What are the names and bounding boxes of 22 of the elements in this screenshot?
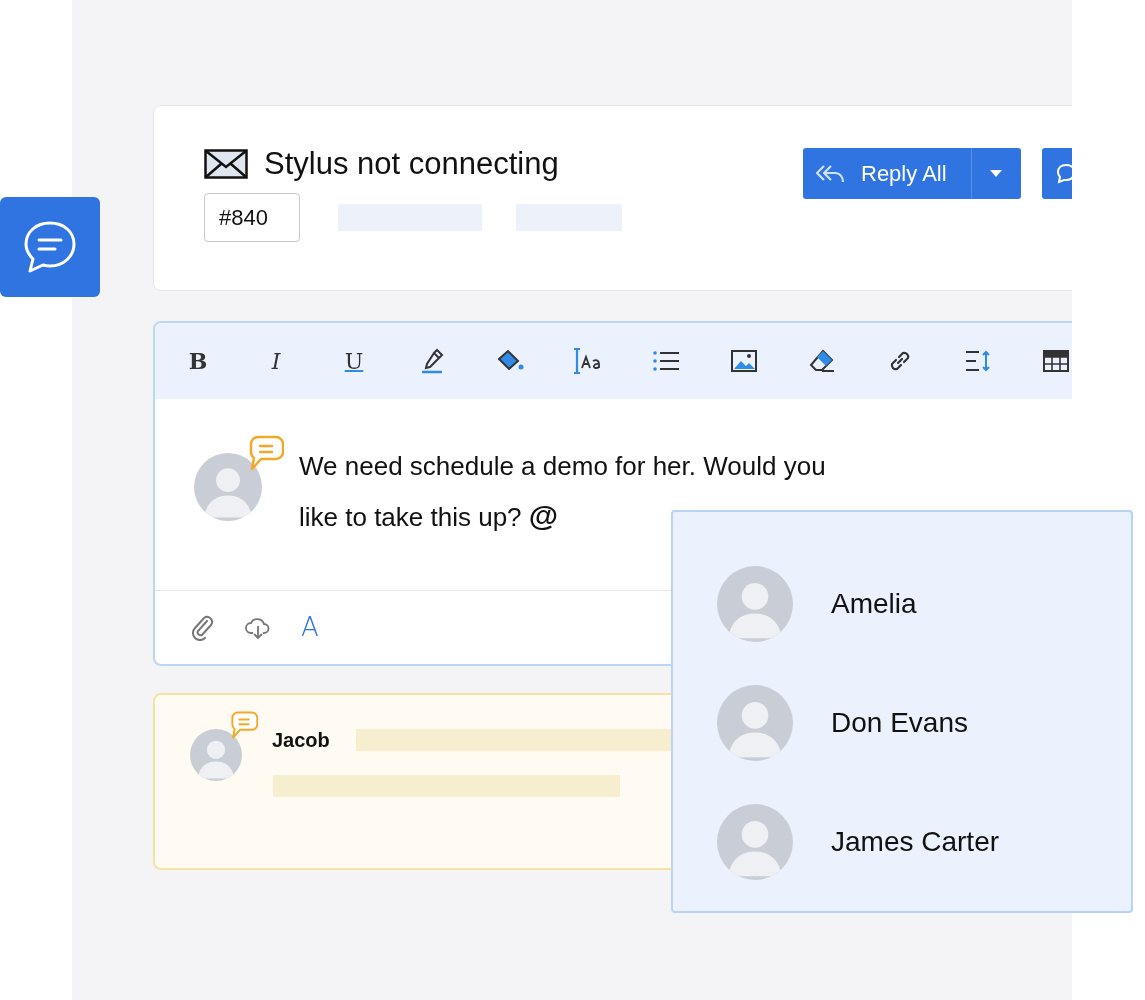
- underline-button[interactable]: U: [334, 341, 374, 381]
- font-button[interactable]: A: [301, 608, 319, 647]
- bold-button[interactable]: B: [178, 341, 218, 381]
- chat-icon: [1055, 162, 1072, 185]
- comment-icon: [248, 435, 284, 471]
- italic-button[interactable]: I: [256, 341, 296, 381]
- reply-all-button[interactable]: Reply All: [803, 148, 971, 199]
- ticket-title: Stylus not connecting: [264, 145, 559, 183]
- cloud-download-icon[interactable]: [245, 615, 271, 640]
- envelope-icon: [204, 149, 248, 179]
- caret-icon: [990, 170, 1003, 177]
- author-name: Jacob: [272, 728, 330, 753]
- avatar: [190, 729, 242, 781]
- mention-item[interactable]: Amelia: [717, 544, 1131, 664]
- mention-item[interactable]: Don Evans: [717, 664, 1131, 782]
- comment-icon: [230, 711, 259, 740]
- mention-item[interactable]: James Carter: [717, 782, 1131, 902]
- ticket-number: #840: [204, 193, 300, 242]
- chat-button[interactable]: [0, 197, 100, 297]
- reply-all-icon: [815, 162, 845, 185]
- paperclip-icon[interactable]: [191, 614, 215, 641]
- message-text: We need schedule a demo for her. Would you like to take this up? @: [299, 450, 827, 534]
